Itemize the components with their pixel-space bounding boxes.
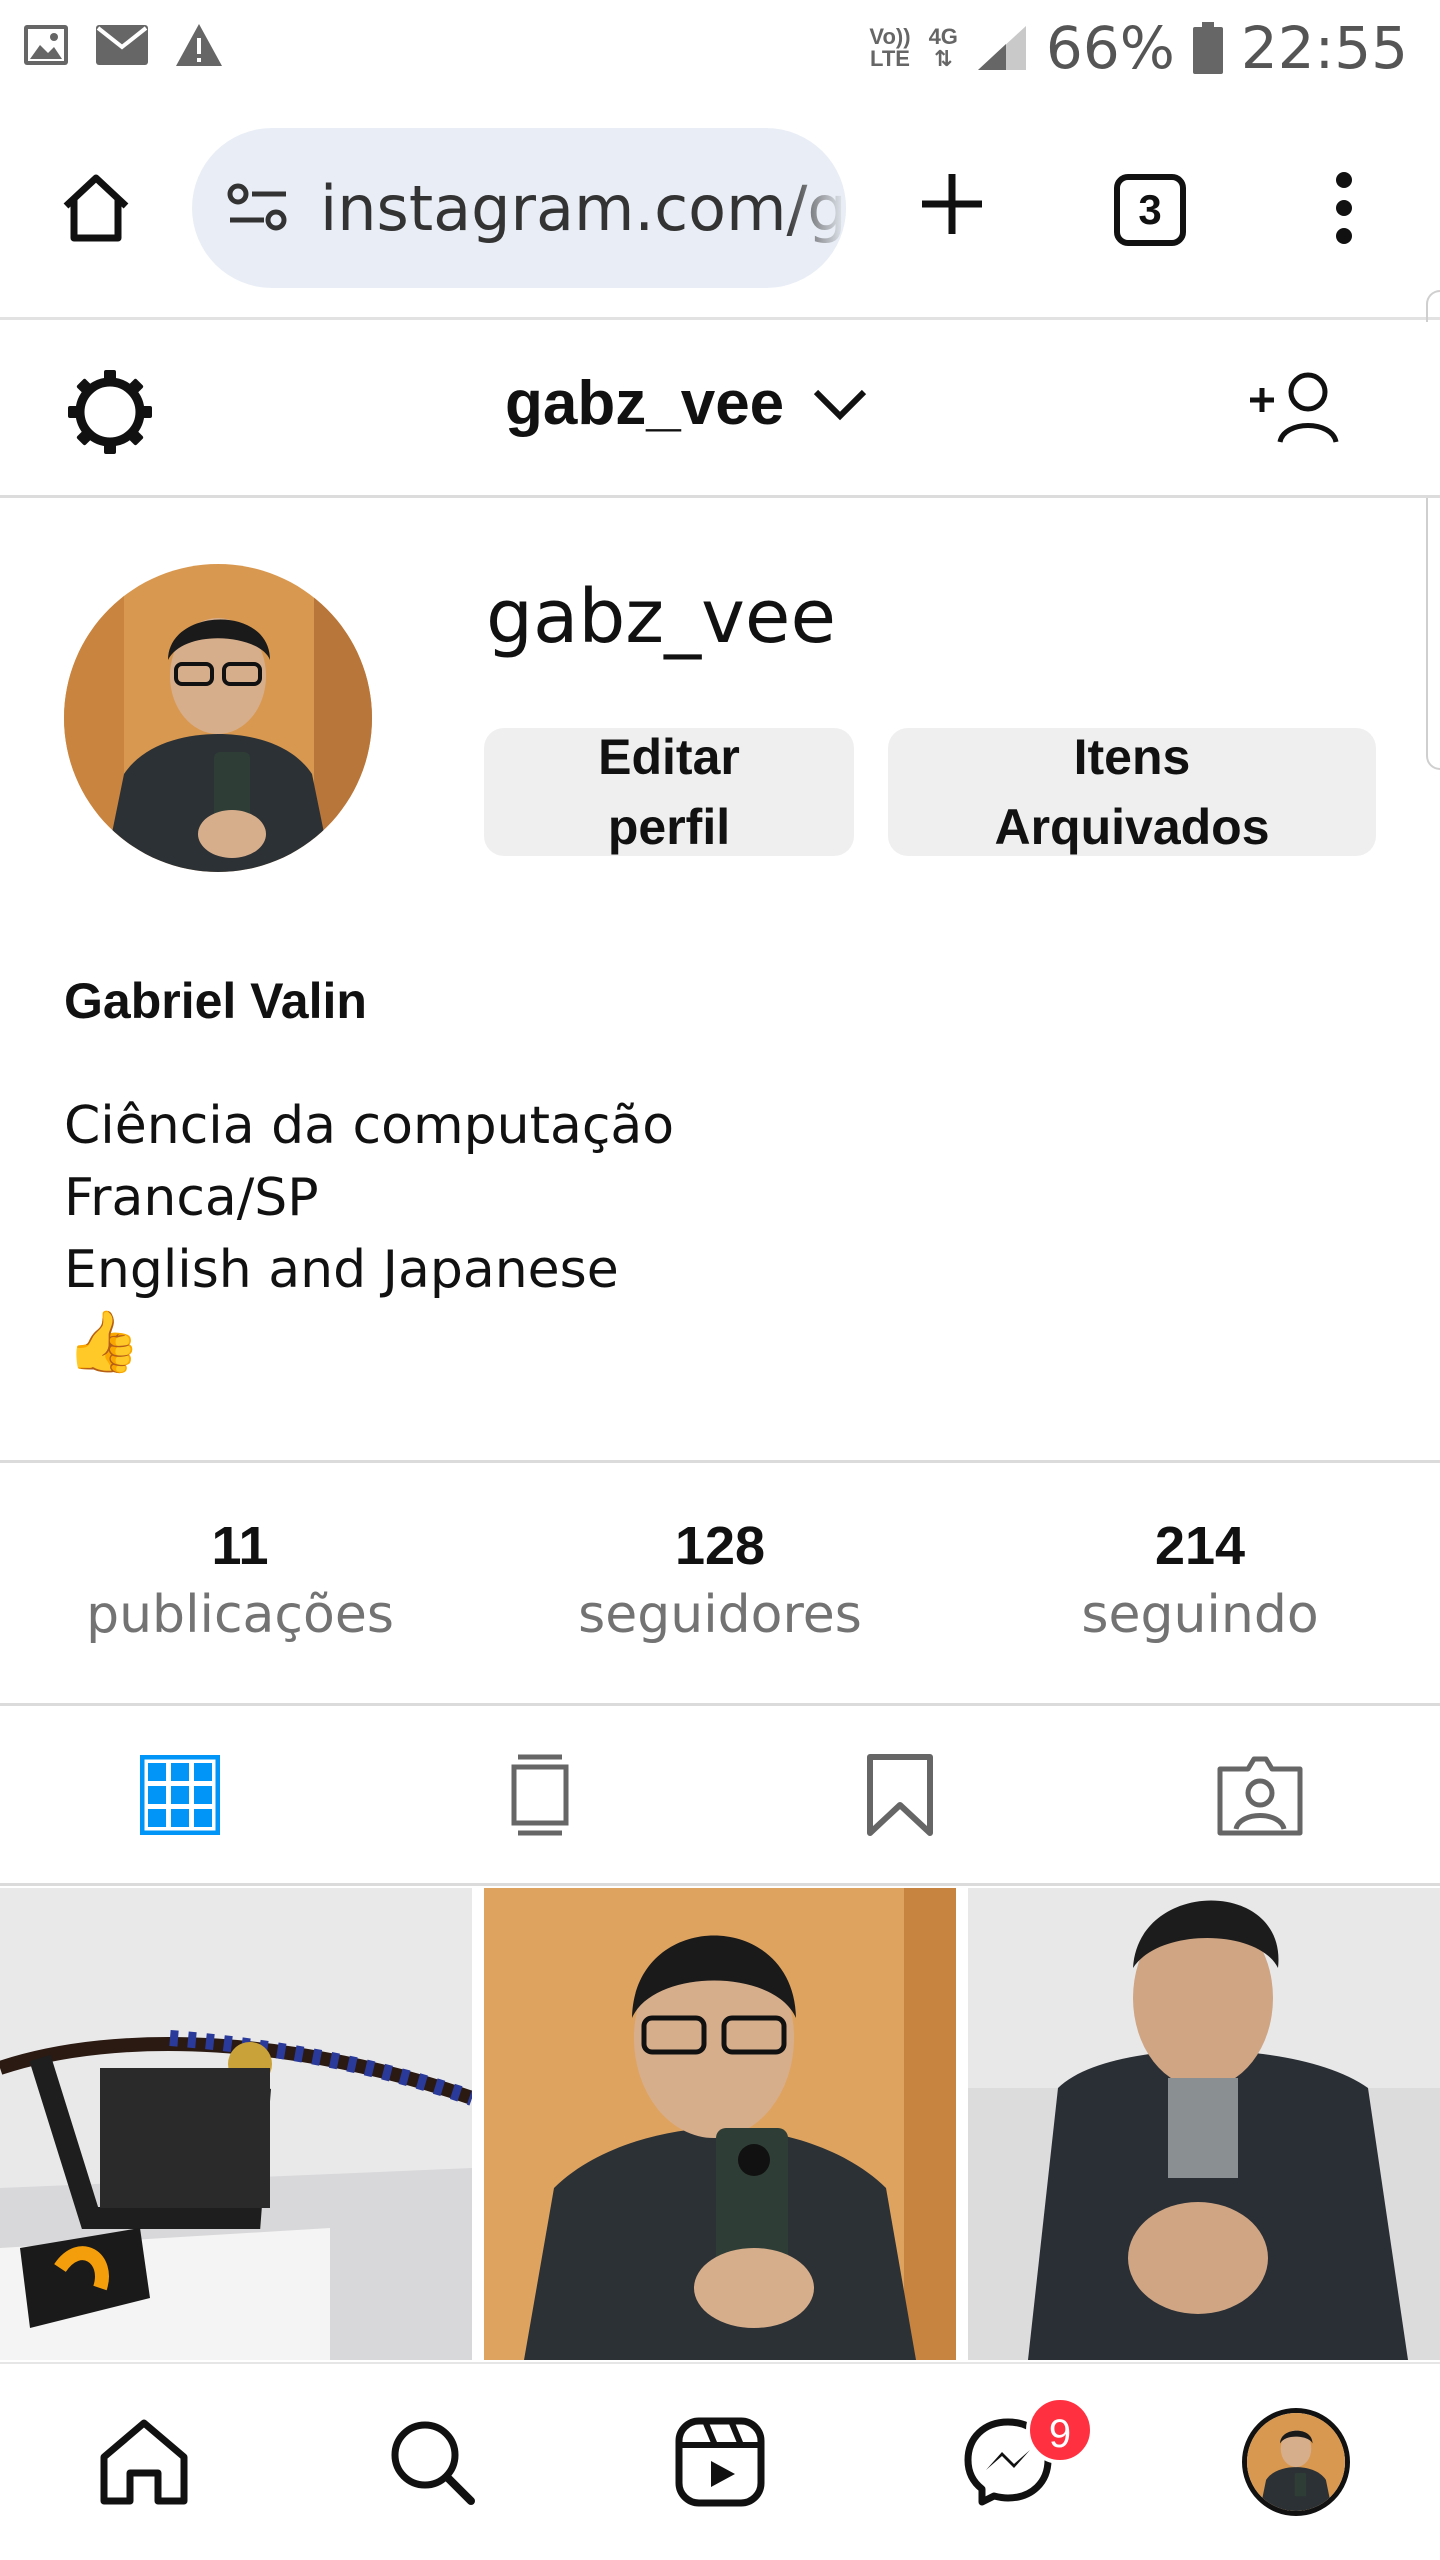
full-name: Gabriel Valin	[64, 973, 367, 1029]
warning-icon	[176, 24, 222, 66]
stat-posts[interactable]: 11 publicações	[0, 1463, 480, 1703]
feed-icon	[511, 1754, 569, 1835]
archived-items-label: Itens Arquivados	[994, 729, 1270, 855]
tab-grid[interactable]	[0, 1706, 360, 1883]
stat-value: 214	[1154, 1516, 1246, 1576]
stat-followers[interactable]: 128 seguidores	[480, 1463, 960, 1703]
stat-following[interactable]: 214 seguindo	[960, 1463, 1440, 1703]
nav-home[interactable]	[0, 2364, 288, 2560]
stat-value: 11	[211, 1516, 269, 1576]
saved-icon	[867, 1753, 933, 1836]
stat-label: seguindo	[1081, 1585, 1319, 1645]
profile-username: gabz_vee	[486, 574, 836, 660]
bio: Ciência da computação Franca/SP English …	[64, 1090, 674, 1306]
home-icon[interactable]	[56, 168, 136, 248]
profile-avatar[interactable]	[64, 564, 372, 872]
notification-badge: 9	[1026, 2396, 1094, 2464]
more-icon[interactable]	[1326, 168, 1362, 248]
tab-tagged[interactable]	[1080, 1706, 1440, 1883]
bottom-navigation: 9	[0, 2362, 1440, 2560]
add-user-icon[interactable]	[1246, 370, 1346, 446]
posts-grid	[0, 1888, 1440, 2360]
archived-items-button[interactable]: Itens Arquivados	[888, 728, 1376, 856]
post-thumbnail[interactable]	[484, 1888, 956, 2360]
site-settings-icon[interactable]	[226, 180, 290, 236]
url-bar[interactable]: instagram.com/gabz_vee	[192, 128, 846, 288]
bio-line: Franca/SP	[64, 1168, 319, 1228]
stat-label: seguidores	[578, 1585, 862, 1645]
stat-label: publicações	[86, 1585, 394, 1645]
search-icon	[391, 2421, 475, 2505]
browser-toolbar: instagram.com/gabz_vee 3	[0, 104, 1440, 320]
ig-header: gabz_vee	[0, 322, 1440, 498]
home-icon	[100, 2419, 188, 2505]
nav-profile[interactable]	[1152, 2364, 1440, 2560]
profile-stats: 11 publicações 128 seguidores 214 seguin…	[0, 1460, 1440, 1706]
mail-icon	[96, 25, 148, 65]
battery-percent: 66%	[1045, 14, 1175, 82]
post-thumbnail[interactable]	[968, 1888, 1440, 2360]
nav-reels[interactable]	[576, 2364, 864, 2560]
battery-icon	[1192, 22, 1223, 74]
clock: 22:55	[1240, 14, 1408, 82]
nav-search[interactable]	[288, 2364, 576, 2560]
bio-line: Ciência da computação	[64, 1096, 675, 1156]
tab-feed[interactable]	[360, 1706, 720, 1883]
volte-indicator: Vo)) LTE	[869, 24, 911, 71]
signal-icon	[977, 26, 1026, 70]
tab-count: 3	[1138, 186, 1162, 233]
stat-value: 128	[674, 1516, 766, 1576]
new-tab-icon[interactable]	[916, 168, 988, 240]
tagged-icon	[1217, 1756, 1303, 1835]
account-switcher[interactable]: gabz_vee	[505, 368, 784, 439]
edit-profile-button[interactable]: Editar perfil	[484, 728, 854, 856]
nav-messages[interactable]: 9	[864, 2364, 1152, 2560]
bio-emoji: 👍	[66, 1308, 141, 1375]
profile-avatar	[1242, 2408, 1350, 2516]
tab-saved[interactable]	[720, 1706, 1080, 1883]
image-icon	[24, 25, 68, 65]
bio-line: English and Japanese	[64, 1240, 619, 1300]
reels-icon	[675, 2417, 765, 2507]
settings-icon[interactable]	[64, 366, 156, 458]
grid-icon	[140, 1754, 220, 1835]
chevron-down-icon[interactable]	[812, 388, 868, 422]
post-thumbnail[interactable]	[0, 1888, 472, 2360]
data-indicator: 4G ⇅	[928, 24, 958, 71]
edit-profile-label: Editar perfil	[598, 729, 740, 855]
url-fade	[786, 128, 846, 288]
tabs-icon[interactable]: 3	[1114, 174, 1186, 246]
profile-tabs	[0, 1706, 1440, 1886]
url-text[interactable]: instagram.com/gabz_vee	[320, 172, 846, 245]
status-bar: Vo)) LTE 4G ⇅ 66% 22:55	[0, 0, 1440, 104]
